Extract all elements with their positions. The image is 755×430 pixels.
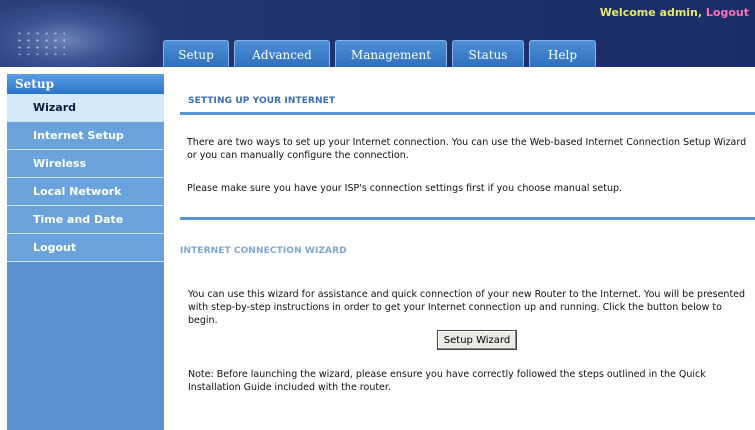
tab-setup[interactable]: Setup	[163, 40, 229, 67]
tab-help[interactable]: Help	[529, 40, 596, 67]
setup-wizard-button[interactable]: Setup Wizard	[437, 330, 517, 350]
tab-management[interactable]: Management	[335, 40, 447, 67]
sidebar: Setup Wizard Internet Setup Wireless Loc…	[7, 74, 164, 430]
top-tabs: Setup Advanced Management Status Help	[163, 40, 596, 67]
wizard-description: You can use this wizard for assistance a…	[188, 289, 746, 326]
sidebar-item-logout[interactable]: Logout	[7, 234, 164, 262]
wizard-note: Note: Before launching the wizard, pleas…	[188, 369, 706, 393]
section-title-setting-up-internet: SETTING UP YOUR INTERNET	[188, 96, 336, 106]
setup-intro-text: There are two ways to set up your Intern…	[187, 137, 747, 161]
header-banner: Welcome admin, Logout Setup Advanced Man…	[0, 0, 755, 67]
sidebar-title: Setup	[7, 74, 164, 94]
welcome-message: Welcome admin, Logout	[600, 6, 749, 19]
main-content: SETTING UP YOUR INTERNET There are two w…	[175, 74, 755, 430]
section-divider	[180, 112, 755, 115]
sidebar-item-wizard[interactable]: Wizard	[7, 94, 164, 122]
section-divider	[180, 217, 755, 220]
sidebar-item-internet-setup[interactable]: Internet Setup	[7, 122, 164, 150]
section-title-connection-wizard: INTERNET CONNECTION WIZARD	[180, 246, 347, 256]
header-decoration	[15, 30, 65, 55]
welcome-text: Welcome admin,	[599, 6, 703, 19]
sidebar-item-local-network[interactable]: Local Network	[7, 178, 164, 206]
sidebar-item-wireless[interactable]: Wireless	[7, 150, 164, 178]
sidebar-item-time-and-date[interactable]: Time and Date	[7, 206, 164, 234]
manual-setup-note: Please make sure you have your ISP's con…	[187, 183, 623, 194]
tab-status[interactable]: Status	[452, 40, 524, 67]
tab-advanced[interactable]: Advanced	[234, 40, 330, 67]
header-logout-link[interactable]: Logout	[706, 6, 749, 19]
